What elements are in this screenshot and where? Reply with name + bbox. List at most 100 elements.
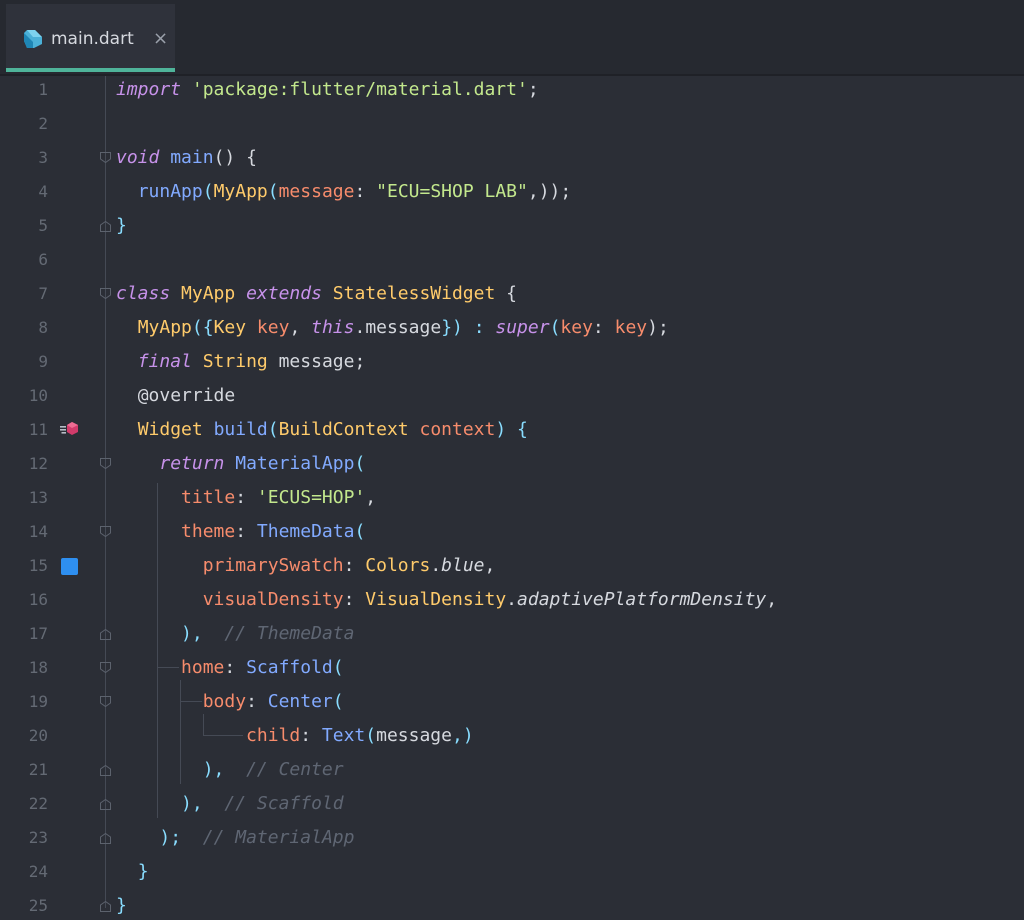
dart-file-icon (21, 27, 45, 51)
string-literal: "ECU=SHOP LAB" (376, 181, 528, 202)
punctuation: ( (332, 691, 344, 712)
named-parameter: primarySwatch (202, 555, 344, 576)
line-number: 7 (38, 284, 48, 303)
function-name: main (170, 147, 214, 168)
line-number: 10 (28, 386, 48, 405)
fold-marker-icon[interactable] (100, 765, 111, 776)
closing-label-comment: // MaterialApp (202, 827, 355, 848)
code-line: 5 } (0, 209, 1024, 243)
annotation: @override (137, 385, 236, 406)
class-name: MyApp (137, 317, 192, 338)
fold-marker-icon[interactable] (100, 901, 111, 912)
class-name: StatelessWidget (332, 283, 496, 304)
line-number: 12 (28, 454, 48, 473)
code-text: import 'package:flutter/material.dart'; (116, 73, 539, 107)
punctuation: ) { (495, 419, 528, 440)
code-text: title: 'ECUS=HOP', (116, 481, 376, 515)
line-number: 25 (28, 896, 48, 915)
code-text: } (116, 209, 127, 243)
string-literal: 'package:flutter/material.dart' (191, 79, 528, 100)
static-field: blue (441, 555, 485, 576)
static-field: adaptivePlatformDensity (517, 589, 767, 610)
code-text: void main() { (116, 141, 257, 175)
code-editor[interactable]: 1 import 'package:flutter/material.dart'… (0, 76, 1024, 920)
punctuation: . (506, 589, 518, 610)
punctuation: : (592, 317, 615, 338)
fold-marker-icon[interactable] (100, 629, 111, 640)
code-text: ); // MaterialApp (116, 821, 354, 855)
class-name: MaterialApp (235, 453, 355, 474)
code-line: 6 (0, 243, 1024, 277)
punctuation: ( (332, 657, 344, 678)
code-text: @override (116, 379, 236, 413)
punctuation: . (354, 317, 366, 338)
punctuation: () { (213, 147, 257, 168)
code-text: visualDensity: VisualDensity.adaptivePla… (116, 583, 777, 617)
line-number: 1 (38, 80, 48, 99)
line-number: 23 (28, 828, 48, 847)
punctuation: }) : (441, 317, 496, 338)
code-text: child: Text(message,) (116, 719, 474, 753)
code-text: runApp(MyApp(message: "ECU=SHOP LAB",)); (137, 181, 572, 202)
punctuation: ); (647, 317, 669, 338)
punctuation: ( (549, 317, 561, 338)
field-name: message (365, 317, 442, 338)
fold-marker-icon[interactable] (100, 288, 111, 299)
function-name: build (213, 419, 268, 440)
punctuation: ), (181, 793, 203, 814)
fold-marker-icon[interactable] (100, 696, 111, 707)
code-text: home: Scaffold( (116, 651, 344, 685)
code-line: 9 final String message; (0, 345, 1024, 379)
fold-marker-icon[interactable] (100, 526, 111, 537)
code-line: 8 MyApp({Key key, this.message}) : super… (0, 311, 1024, 345)
line-number: 4 (38, 182, 48, 201)
class-name: Text (321, 725, 366, 746)
code-line: 7 class MyApp extends StatelessWidget { (0, 277, 1024, 311)
variable-name: message (376, 725, 452, 746)
code-line: 19 body: Center( (0, 685, 1024, 719)
line-number: 13 (28, 488, 48, 507)
punctuation: ), (202, 759, 225, 780)
closing-label-comment: // ThemeData (224, 623, 355, 644)
keyword: super (495, 317, 550, 338)
code-line: 25 } (0, 889, 1024, 920)
fold-marker-icon[interactable] (100, 799, 111, 810)
line-number: 22 (28, 794, 48, 813)
closing-label-comment: // Scaffold (224, 793, 344, 814)
line-number: 2 (38, 114, 48, 133)
keyword: return (159, 453, 225, 474)
field-name: message; (278, 351, 366, 372)
fold-marker-icon[interactable] (100, 152, 111, 163)
keyword: import (116, 79, 182, 100)
fold-marker-icon[interactable] (100, 458, 111, 469)
code-line: 18 home: Scaffold( (0, 651, 1024, 685)
class-name: Key (213, 317, 247, 338)
code-line: 23 ); // MaterialApp (0, 821, 1024, 855)
function-name: runApp (137, 181, 203, 202)
fold-marker-icon[interactable] (100, 662, 111, 673)
line-number: 9 (38, 352, 48, 371)
code-line: 21 ), // Center (0, 753, 1024, 787)
named-parameter: home (181, 657, 225, 678)
code-line: 15 primarySwatch: Colors.blue, (0, 549, 1024, 583)
parameter: key (614, 317, 648, 338)
code-text: } (116, 855, 149, 889)
code-line: 3 void main() { (0, 141, 1024, 175)
punctuation: , (365, 487, 377, 508)
punctuation: , (289, 317, 312, 338)
tab-main-dart[interactable]: main.dart × (6, 4, 175, 72)
fold-marker-icon[interactable] (100, 221, 111, 232)
punctuation: { (495, 283, 518, 304)
fold-marker-icon[interactable] (100, 833, 111, 844)
close-icon[interactable]: × (153, 28, 168, 49)
named-parameter: body (202, 691, 247, 712)
punctuation: } (116, 895, 127, 916)
keyword: void (116, 147, 160, 168)
line-number: 16 (28, 590, 48, 609)
class-name: Widget (137, 419, 203, 440)
punctuation: . (430, 555, 442, 576)
code-line: 17 ), // ThemeData (0, 617, 1024, 651)
punctuation: ( (365, 725, 377, 746)
code-line: 11 Widget build(BuildContext context) { (0, 413, 1024, 447)
punctuation: ; (527, 79, 539, 100)
